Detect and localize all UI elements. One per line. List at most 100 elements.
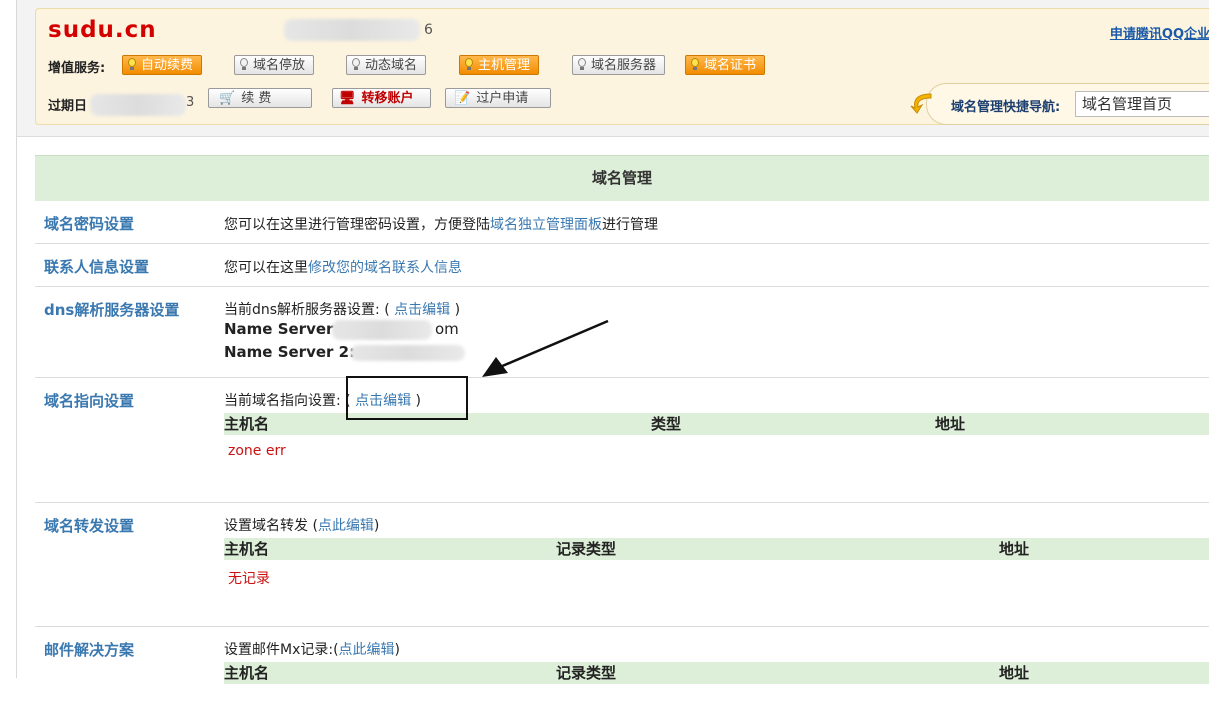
bulb-icon bbox=[351, 58, 361, 71]
cart-icon: 🛒 bbox=[219, 91, 236, 106]
column-hostname: 主机名 bbox=[224, 415, 270, 433]
domain-server-button[interactable]: 域名服务器 bbox=[572, 55, 666, 75]
expiry-label-text: 过期日 bbox=[48, 99, 88, 114]
expiry-label: 过期日 bbox=[48, 95, 87, 114]
domain-certificate-label: 域名证书 bbox=[704, 58, 757, 73]
transfer-icon: 🖥 bbox=[339, 91, 356, 106]
forward-columns-header: 主机名 记录类型 地址 bbox=[224, 538, 1209, 560]
password-settings-title: 域名密码设置 bbox=[44, 215, 135, 233]
dns-settings-title: dns解析服务器设置 bbox=[44, 301, 180, 319]
row-contact-settings: 联系人信息设置 您可以在这里修改您的域名联系人信息 bbox=[35, 244, 1209, 287]
name-server-2-label: Name Server 2: bbox=[224, 343, 356, 361]
row-pointing-settings: 域名指向设置 当前域名指向设置: ( 点击编辑 ) 主机名 类型 地址 zone… bbox=[35, 378, 1209, 503]
ownership-transfer-label: 过户申请 bbox=[476, 91, 529, 106]
domain-info-panel: sudu.cn 6 申请腾讯QQ企业 增值服务: 自动续费 域名停放 动态域名 … bbox=[35, 8, 1209, 125]
column-type: 类型 bbox=[651, 415, 682, 433]
row-forward-settings: 域名转发设置 设置域名转发 (点此编辑) 主机名 记录类型 地址 无记录 bbox=[35, 503, 1209, 627]
bulb-icon bbox=[690, 58, 700, 71]
dns-current-text: 当前dns解析服务器设置: ( bbox=[224, 302, 390, 318]
dns-settings-body: 当前dns解析服务器设置: ( 点击编辑 ) Name Server 1 om … bbox=[224, 299, 1209, 365]
column-address: 地址 bbox=[935, 415, 966, 433]
transfer-account-label: 转移账户 bbox=[361, 91, 414, 106]
left-gutter bbox=[0, 0, 17, 678]
mail-columns-header: 主机名 记录类型 地址 bbox=[224, 662, 1209, 684]
transfer-account-button[interactable]: 🖥 转移账户 bbox=[332, 88, 431, 108]
contact-desc-text: 您可以在这里 bbox=[224, 260, 308, 276]
redacted-ns2 bbox=[350, 345, 465, 361]
dns-current-line: 当前dns解析服务器设置: ( 点击编辑 ) bbox=[224, 299, 1209, 319]
host-management-label: 主机管理 bbox=[478, 58, 531, 73]
bulb-icon bbox=[127, 58, 137, 71]
mail-edit-link[interactable]: 点此编辑 bbox=[339, 642, 395, 658]
dynamic-dns-label: 动态域名 bbox=[365, 58, 418, 73]
renew-button[interactable]: 🛒 续 费 bbox=[208, 88, 312, 108]
forward-current-text: 设置域名转发 ( bbox=[224, 518, 318, 534]
auto-renew-label: 自动续费 bbox=[141, 58, 194, 73]
quick-nav-label: 域名管理快捷导航: bbox=[951, 100, 1061, 115]
pointing-status: zone err bbox=[228, 443, 286, 459]
dynamic-dns-button[interactable]: 动态域名 bbox=[346, 55, 427, 75]
row-mail-settings: 邮件解决方案 设置邮件Mx记录:(点此编辑) 主机名 记录类型 地址 bbox=[35, 627, 1209, 707]
contact-settings-desc: 您可以在这里修改您的域名联系人信息 bbox=[224, 257, 1209, 277]
forward-edit-link[interactable]: 点此编辑 bbox=[318, 518, 374, 534]
domain-server-label: 域名服务器 bbox=[591, 58, 657, 73]
name-server-1-label: Name Server 1 bbox=[224, 320, 350, 338]
row-dns-settings: dns解析服务器设置 当前dns解析服务器设置: ( 点击编辑 ) Name S… bbox=[35, 287, 1209, 378]
column-record-type: 记录类型 bbox=[556, 540, 617, 558]
curved-arrow-icon bbox=[910, 93, 932, 114]
column-hostname: 主机名 bbox=[224, 664, 270, 682]
mail-current-text: 设置邮件Mx记录:( bbox=[224, 642, 339, 658]
column-record-type: 记录类型 bbox=[556, 664, 617, 682]
bulb-icon bbox=[464, 58, 474, 71]
bulb-icon bbox=[577, 58, 587, 71]
pointing-current-text: 当前域名指向设置: ( bbox=[224, 393, 351, 409]
highlight-box bbox=[346, 376, 468, 420]
name-server-1-tail: om bbox=[435, 320, 459, 338]
redacted-domain bbox=[284, 19, 420, 41]
quick-nav: 域名管理快捷导航: 域名管理首页 bbox=[910, 83, 1209, 125]
forward-settings-title: 域名转发设置 bbox=[44, 517, 135, 535]
ownership-transfer-button[interactable]: 📝 过户申请 bbox=[445, 88, 551, 108]
domain-parking-button[interactable]: 域名停放 bbox=[234, 55, 315, 75]
forward-current-line: 设置域名转发 (点此编辑) bbox=[224, 515, 1209, 535]
expiry-tail: 3 bbox=[186, 95, 195, 110]
name-server-1-line: Name Server 1 om bbox=[224, 320, 1209, 343]
contact-settings-title: 联系人信息设置 bbox=[44, 258, 150, 276]
password-desc-tail: 进行管理 bbox=[602, 217, 658, 233]
domain-name-tail: 6 bbox=[424, 22, 433, 38]
bulb-icon bbox=[239, 58, 249, 71]
column-hostname: 主机名 bbox=[224, 540, 270, 558]
name-server-2-line: Name Server 2: bbox=[224, 343, 1209, 365]
renew-label: 续 费 bbox=[241, 91, 272, 106]
host-management-button[interactable]: 主机管理 bbox=[459, 55, 540, 75]
column-address: 地址 bbox=[999, 664, 1030, 682]
brand-logo: sudu.cn bbox=[48, 17, 157, 43]
annotation-arrow-icon bbox=[482, 319, 609, 377]
row-password-settings: 域名密码设置 您可以在这里进行管理密码设置，方便登陆域名独立管理面板进行管理 bbox=[35, 201, 1209, 244]
domain-parking-label: 域名停放 bbox=[253, 58, 306, 73]
forward-settings-body: 设置域名转发 (点此编辑) 主机名 记录类型 地址 无记录 bbox=[224, 515, 1209, 588]
forward-status: 无记录 bbox=[228, 571, 270, 587]
redacted-ns1 bbox=[332, 320, 432, 340]
management-panel-link[interactable]: 域名独立管理面板 bbox=[490, 217, 602, 233]
mail-current-line: 设置邮件Mx记录:(点此编辑) bbox=[224, 639, 1209, 659]
services-label: 增值服务: bbox=[48, 61, 106, 76]
dns-current-tail: ) bbox=[454, 302, 461, 318]
auto-renew-button[interactable]: 自动续费 bbox=[122, 55, 203, 75]
domain-management-table: 域名管理 域名密码设置 您可以在这里进行管理密码设置，方便登陆域名独立管理面板进… bbox=[35, 155, 1209, 707]
forward-current-tail: ) bbox=[373, 518, 380, 534]
password-settings-desc: 您可以在这里进行管理密码设置，方便登陆域名独立管理面板进行管理 bbox=[224, 214, 1209, 234]
redacted-expiry-date bbox=[90, 94, 186, 116]
mail-settings-body: 设置邮件Mx记录:(点此编辑) 主机名 记录类型 地址 bbox=[224, 639, 1209, 684]
pointing-settings-title: 域名指向设置 bbox=[44, 392, 135, 410]
column-address: 地址 bbox=[999, 540, 1030, 558]
table-title: 域名管理 bbox=[35, 155, 1209, 201]
dns-edit-link[interactable]: 点击编辑 bbox=[394, 302, 450, 318]
edit-contact-link[interactable]: 修改您的域名联系人信息 bbox=[308, 260, 462, 276]
mail-current-tail: ) bbox=[394, 642, 401, 658]
edit-icon: 📝 bbox=[454, 91, 471, 106]
mail-settings-title: 邮件解决方案 bbox=[44, 641, 135, 659]
domain-certificate-button[interactable]: 域名证书 bbox=[685, 55, 766, 75]
qq-enterprise-link[interactable]: 申请腾讯QQ企业 bbox=[1110, 23, 1209, 42]
quick-nav-select[interactable]: 域名管理首页 bbox=[1075, 91, 1209, 117]
